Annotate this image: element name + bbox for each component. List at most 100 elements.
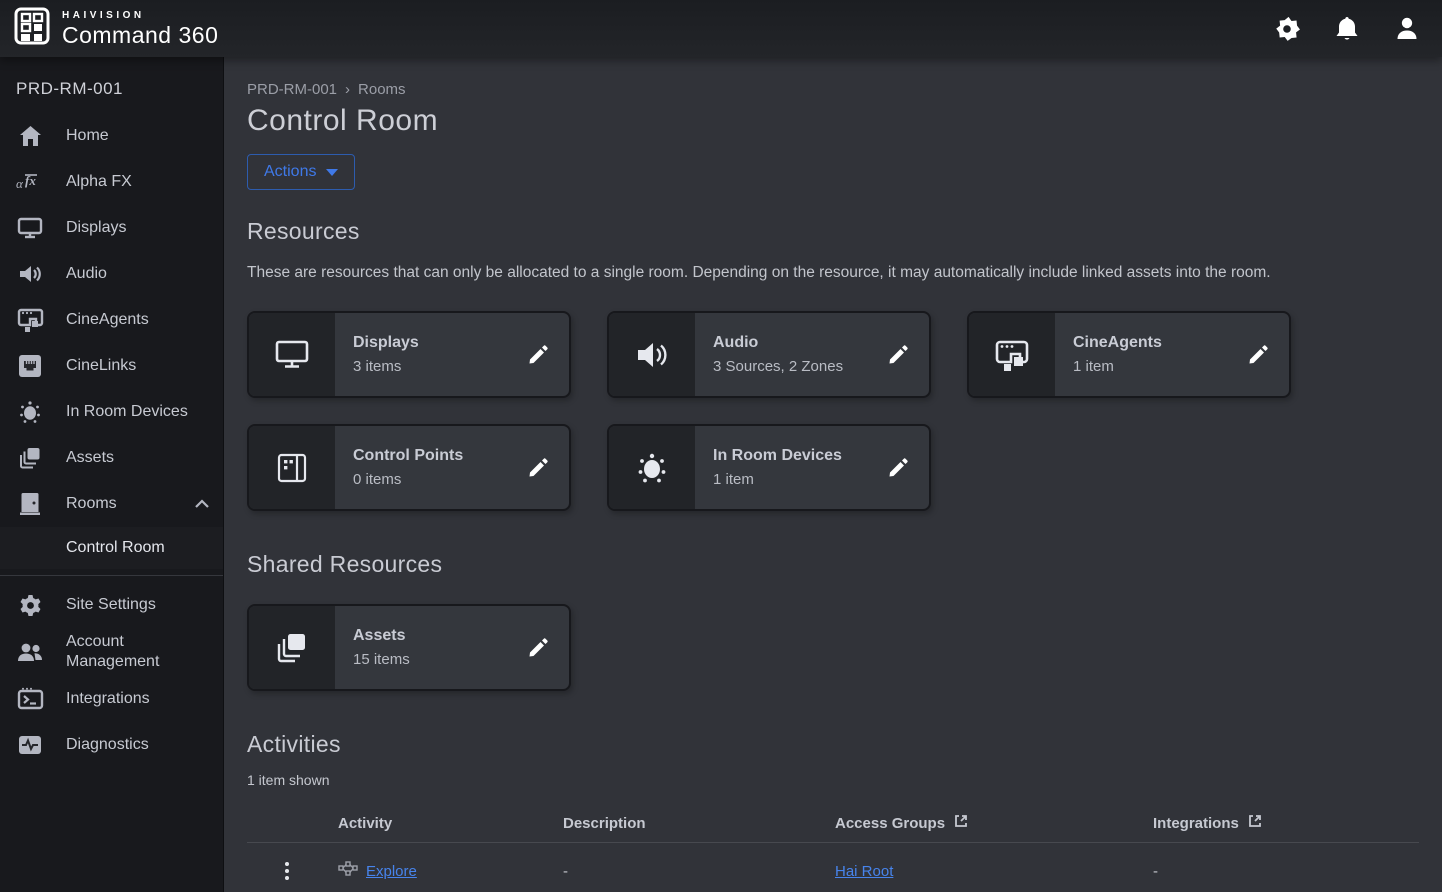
row-menu-kebab-icon[interactable] <box>273 862 301 880</box>
caret-down-icon <box>326 169 338 176</box>
column-header-description: Description <box>563 815 835 832</box>
cineagents-icon <box>969 313 1055 396</box>
control-points-icon <box>249 426 335 509</box>
user-icon[interactable] <box>1390 12 1424 46</box>
column-header-activity: Activity <box>338 815 563 832</box>
sidebar-item-cineagents[interactable]: CineAgents <box>0 297 223 343</box>
settings-icon[interactable] <box>1270 12 1304 46</box>
sidebar-item-label: In Room Devices <box>66 402 211 422</box>
sidebar-item-control-room[interactable]: Control Room <box>0 527 223 569</box>
app-logo[interactable]: HAIVISION Command 360 <box>0 6 218 51</box>
edit-pencil-icon[interactable] <box>1241 338 1275 372</box>
sidebar-item-account-management[interactable]: Account Management <box>0 628 223 676</box>
sidebar-item-label: Alpha FX <box>66 172 211 192</box>
card-subtitle: 1 item <box>1073 358 1241 375</box>
sidebar-sub-item-label: Control Room <box>66 539 165 557</box>
audio-icon <box>609 313 695 396</box>
resource-card-displays: Displays 3 items <box>247 311 571 398</box>
card-subtitle: 3 items <box>353 358 521 375</box>
cineagents-icon <box>16 307 44 333</box>
main-content: PRD-RM-001 › Rooms Control Room Actions … <box>225 57 1442 892</box>
breadcrumb-separator: › <box>345 81 350 98</box>
sidebar-item-label: Site Settings <box>66 595 211 615</box>
rooms-icon <box>16 491 44 517</box>
resource-card-assets: Assets 15 items <box>247 604 571 691</box>
external-link-icon[interactable] <box>953 813 969 833</box>
column-header-access-groups: Access Groups <box>835 813 1153 833</box>
activity-link[interactable]: Explore <box>366 863 417 880</box>
users-icon <box>16 640 44 664</box>
cinelinks-icon <box>16 353 44 379</box>
resources-heading: Resources <box>247 218 1418 245</box>
card-title: Assets <box>353 627 521 645</box>
sidebar-item-label: Account Management <box>66 632 186 672</box>
card-subtitle: 15 items <box>353 651 521 668</box>
svg-text:α: α <box>16 176 24 191</box>
actions-button[interactable]: Actions <box>247 154 355 190</box>
notifications-icon[interactable] <box>1330 12 1364 46</box>
brand-name: HAIVISION <box>62 11 218 21</box>
sidebar-item-site-settings[interactable]: Site Settings <box>0 582 223 628</box>
card-title: Audio <box>713 334 881 352</box>
command360-logo-icon <box>12 6 52 51</box>
card-title: In Room Devices <box>713 447 881 465</box>
sidebar-divider <box>0 575 223 576</box>
sidebar-item-label: Rooms <box>66 494 171 514</box>
pulse-icon <box>16 734 44 756</box>
card-subtitle: 1 item <box>713 471 881 488</box>
sidebar-item-assets[interactable]: Assets <box>0 435 223 481</box>
description-cell: - <box>563 863 835 880</box>
table-row: Explore - Hai Root - <box>247 842 1419 892</box>
sidebar-item-home[interactable]: Home <box>0 113 223 159</box>
chevron-up-icon <box>193 499 211 509</box>
sidebar-item-cinelinks[interactable]: CineLinks <box>0 343 223 389</box>
breadcrumb-current[interactable]: Rooms <box>358 81 406 98</box>
sidebar-item-rooms[interactable]: Rooms <box>0 481 223 527</box>
column-header-integrations: Integrations <box>1153 813 1419 833</box>
sidebar-item-label: Home <box>66 126 211 146</box>
assets-icon <box>249 606 335 689</box>
breadcrumb: PRD-RM-001 › Rooms <box>247 81 1418 98</box>
display-icon <box>249 313 335 396</box>
activities-table: Activity Description Access Groups <box>247 804 1419 892</box>
edit-pencil-icon[interactable] <box>521 338 555 372</box>
sidebar-item-label: Assets <box>66 448 211 468</box>
access-group-link[interactable]: Hai Root <box>835 863 893 880</box>
activities-count: 1 item shown <box>247 772 1418 788</box>
sidebar-item-in-room-devices[interactable]: In Room Devices <box>0 389 223 435</box>
activities-heading: Activities <box>247 731 1418 758</box>
sidebar-item-alpha-fx[interactable]: α fx Alpha FX <box>0 159 223 205</box>
assets-icon <box>16 445 44 471</box>
sidebar-item-audio[interactable]: Audio <box>0 251 223 297</box>
sidebar-item-integrations[interactable]: Integrations <box>0 676 223 722</box>
card-title: Displays <box>353 334 521 352</box>
page-title: Control Room <box>247 104 1418 138</box>
sidebar-item-diagnostics[interactable]: Diagnostics <box>0 722 223 768</box>
integrations-cell: - <box>1153 863 1419 880</box>
card-subtitle: 0 items <box>353 471 521 488</box>
edit-pencil-icon[interactable] <box>881 451 915 485</box>
sidebar-item-label: CineLinks <box>66 356 211 376</box>
card-subtitle: 3 Sources, 2 Zones <box>713 358 881 375</box>
edit-pencil-icon[interactable] <box>521 631 555 665</box>
site-label: PRD-RM-001 <box>0 57 223 113</box>
actions-button-label: Actions <box>264 163 316 181</box>
edit-pencil-icon[interactable] <box>881 338 915 372</box>
sidebar-item-displays[interactable]: Displays <box>0 205 223 251</box>
resource-card-audio: Audio 3 Sources, 2 Zones <box>607 311 931 398</box>
card-title: CineAgents <box>1073 334 1241 352</box>
in-room-devices-icon <box>609 426 695 509</box>
sidebar-item-label: Integrations <box>66 689 211 709</box>
sidebar-item-label: Audio <box>66 264 211 284</box>
terminal-icon <box>16 687 44 711</box>
sidebar-item-label: Diagnostics <box>66 735 211 755</box>
breadcrumb-parent[interactable]: PRD-RM-001 <box>247 81 337 98</box>
edit-pencil-icon[interactable] <box>521 451 555 485</box>
external-link-icon[interactable] <box>1247 813 1263 833</box>
resource-card-cineagents: CineAgents 1 item <box>967 311 1291 398</box>
in-room-devices-icon <box>16 399 44 425</box>
shared-resources-heading: Shared Resources <box>247 551 1418 578</box>
sidebar-item-label: CineAgents <box>66 310 211 330</box>
top-bar: HAIVISION Command 360 <box>0 0 1442 57</box>
resource-card-control-points: Control Points 0 items <box>247 424 571 511</box>
